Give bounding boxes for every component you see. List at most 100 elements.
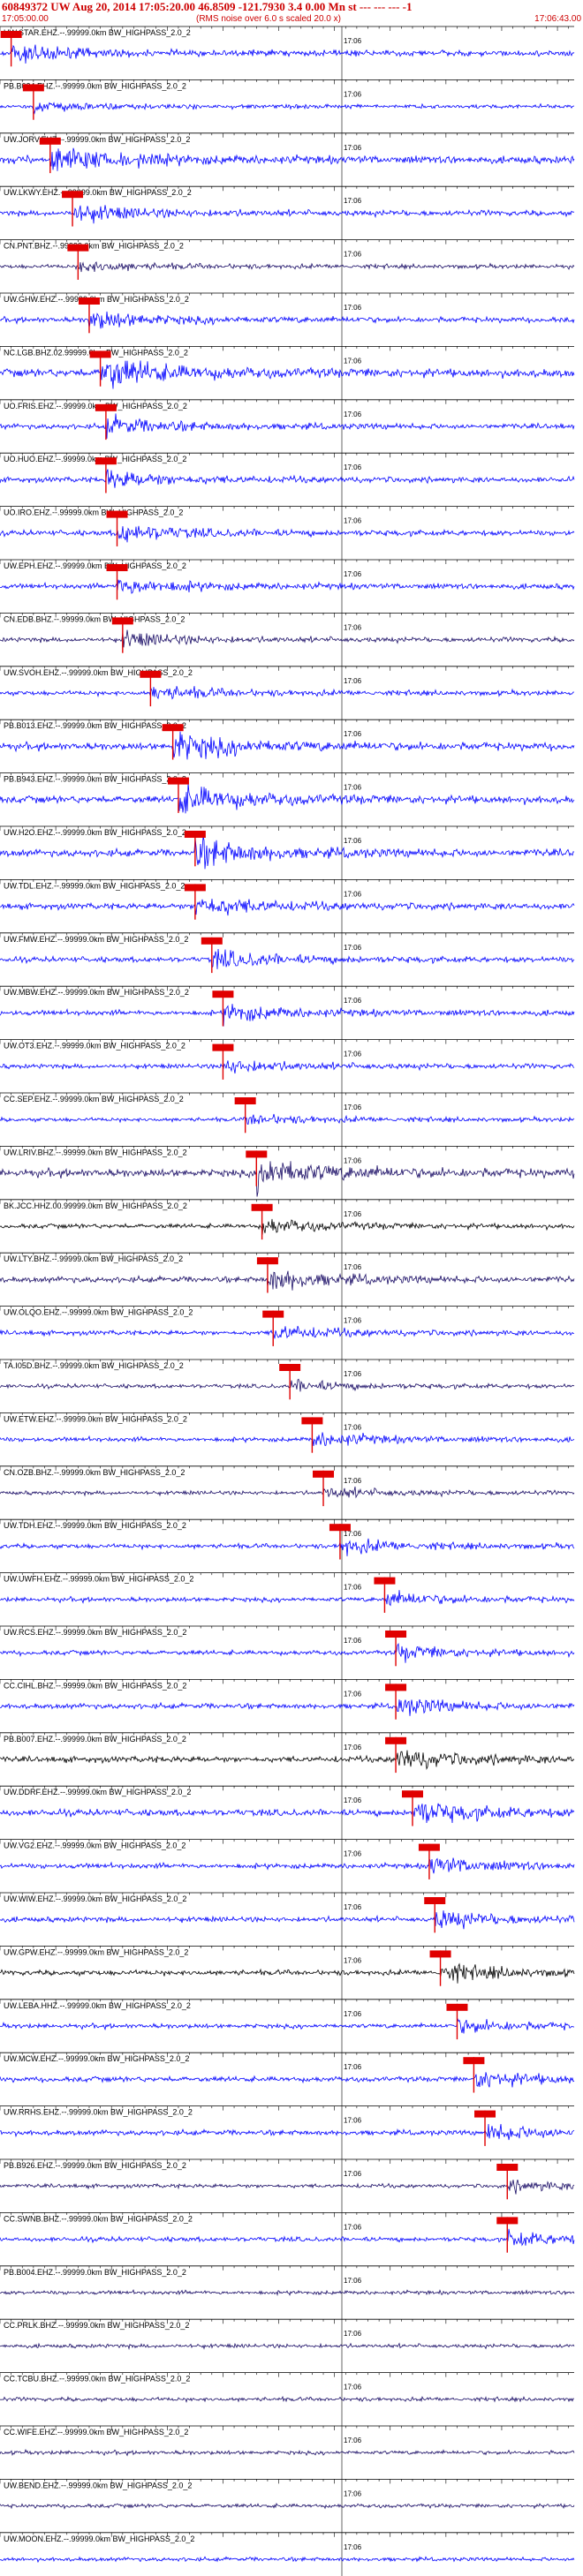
trace-waveform bbox=[0, 1642, 575, 1663]
trace-label: CC.PRLK.BHZ.--.99999.0km BW_HIGHPASS_2.0… bbox=[4, 2321, 189, 2330]
trace-label: UW.STAR.EHZ.--.99999.0km BW_HIGHPASS_2.0… bbox=[4, 28, 191, 37]
trace-label: PB.B004.EHZ.--.99999.0km BW_HIGHPASS_2.0… bbox=[4, 2268, 186, 2277]
trace-row: UW.LRIV.BHZ.--.99999.0km BW_HIGHPASS_2.0… bbox=[0, 1146, 575, 1197]
trace-row: CN.PNT.BHZ.--.99999.0km BW_HIGHPASS_2.0_… bbox=[0, 239, 575, 280]
trace-row: UW.OLQO.EHZ.--.99999.0km BW_HIGHPASS_2.0… bbox=[0, 1306, 574, 1346]
trace-waveform bbox=[0, 1750, 575, 1771]
trace-label: UW.TDH.EHZ.--.99999.0km BW_HIGHPASS_2.0_… bbox=[4, 1521, 186, 1530]
trace-row: UW.SVOH.EHZ.--.99999.0km BW_HIGHPASS_2.0… bbox=[0, 666, 575, 707]
trace-label: UW.FMW.EHZ.--.99999.0km BW_HIGHPASS_2.0_… bbox=[4, 935, 188, 944]
trace-row: UW.H2O.EHZ.--.99999.0km BW_HIGHPASS_2.0_… bbox=[0, 825, 575, 870]
trace-label: UW.OLQO.EHZ.--.99999.0km BW_HIGHPASS_2.0… bbox=[4, 1308, 193, 1317]
trace-label: CC.TCBU.BHZ.--.99999.0km BW_HIGHPASS_2.0… bbox=[4, 2375, 190, 2384]
trace-label: CC.CIHL.BHZ.--.99999.0km BW_HIGHPASS_2.0… bbox=[4, 1681, 186, 1690]
time-mark-label: 17:06 bbox=[344, 1103, 362, 1111]
time-mark-label: 17:06 bbox=[344, 1903, 362, 1911]
trace-waveform bbox=[0, 469, 575, 488]
trace-row: CC.TCBU.BHZ.--.99999.0km BW_HIGHPASS_2.0… bbox=[0, 2372, 575, 2404]
trace-waveform bbox=[0, 44, 575, 64]
time-mark-label: 17:06 bbox=[344, 730, 362, 738]
trace-waveform bbox=[0, 1004, 575, 1027]
trace-row: BK.JCC.HHZ.00.99999.0km BW_HIGHPASS_2.0_… bbox=[0, 1199, 575, 1240]
time-mark-label: 17:06 bbox=[344, 197, 362, 205]
time-mark-label: 17:06 bbox=[344, 2117, 362, 2125]
time-mark-label: 17:06 bbox=[344, 1637, 362, 1645]
trace-label: UW.GPW.EHZ.--.99999.0km BW_HIGHPASS_2.0_… bbox=[4, 1947, 188, 1956]
trace-waveform bbox=[0, 1803, 575, 1824]
time-mark-label: 17:06 bbox=[344, 2223, 362, 2231]
trace-waveform bbox=[0, 147, 575, 171]
time-mark-label: 17:06 bbox=[344, 2170, 362, 2178]
time-mark-label: 17:06 bbox=[344, 1263, 362, 1271]
trace-waveform bbox=[0, 2072, 575, 2088]
trace-row: NC.LGB.BHZ.02.99999.0km BW_HIGHPASS_2.0_… bbox=[0, 345, 575, 389]
trace-waveform bbox=[0, 2395, 575, 2404]
trace-row: CN.OZB.BHZ.--.99999.0km BW_HIGHPASS_2.0_… bbox=[0, 1465, 575, 1507]
trace-waveform bbox=[0, 899, 575, 916]
trace-row: UO.IRO.EHZ.--.99999.0km BW_HIGHPASS_2.0_… bbox=[0, 506, 575, 546]
time-mark-label: 17:06 bbox=[344, 2330, 362, 2338]
trace-waveform bbox=[0, 629, 575, 648]
trace-label: UO.IRO.EHZ.--.99999.0km BW_HIGHPASS_2.0_… bbox=[4, 508, 183, 517]
trace-waveform bbox=[0, 1432, 575, 1447]
trace-waveform bbox=[0, 835, 575, 870]
trace-row: UW.EPH.EHZ.--.99999.0km BW_HIGHPASS_2.0_… bbox=[0, 559, 575, 600]
trace-label: UW.MCW.EHZ.--.99999.0km BW_HIGHPASS_2.0_… bbox=[4, 2054, 189, 2063]
time-mark-label: 17:06 bbox=[344, 2543, 362, 2551]
time-mark-label: 17:06 bbox=[344, 1051, 362, 1058]
trace-label: UW.WIW.EHZ.--.99999.0km BW_HIGHPASS_2.0_… bbox=[4, 1894, 186, 1903]
trace-waveform bbox=[0, 1060, 575, 1074]
trace-row: UW.TDH.EHZ.--.99999.0km BW_HIGHPASS_2.0_… bbox=[0, 1518, 575, 1560]
trace-label: UW.EPH.EHZ.--.99999.0km BW_HIGHPASS_2.0_… bbox=[4, 561, 186, 570]
time-mark-label: 17:06 bbox=[344, 944, 362, 952]
time-mark-label: 17:06 bbox=[344, 1584, 362, 1592]
trace-waveform bbox=[0, 1590, 575, 1607]
trace-label: UW.LKWY.EHZ.--.99999.0km BW_HIGHPASS_2.0… bbox=[4, 188, 192, 197]
trace-row: PB.B004.EHZ.--.99999.0km BW_HIGHPASS_2.0… bbox=[0, 2265, 575, 2297]
trace-waveform bbox=[0, 2018, 575, 2034]
trace-waveform bbox=[0, 205, 575, 224]
time-mark-label: 17:06 bbox=[344, 890, 362, 898]
trace-row: UW.LKWY.EHZ.--.99999.0km BW_HIGHPASS_2.0… bbox=[0, 185, 575, 227]
trace-label: UW.LEBA.HHZ.--.99999.0km BW_HIGHPASS_2.0… bbox=[4, 2001, 191, 2010]
trace-waveform bbox=[0, 360, 575, 389]
time-mark-label: 17:06 bbox=[344, 1156, 362, 1164]
time-mark-label: 17:06 bbox=[344, 251, 362, 259]
trace-waveform bbox=[0, 2123, 575, 2141]
trace-label: CC.SWNB.BHZ.--.99999.0km BW_HIGHPASS_2.0… bbox=[4, 2214, 193, 2223]
trace-row: UW.ETW.EHZ.--.99999.0km BW_HIGHPASS_2.0_… bbox=[0, 1412, 575, 1453]
time-mark-label: 17:06 bbox=[344, 90, 362, 98]
trace-row: UW.LTY.BHZ.--.99999.0km BW_HIGHPASS_2.0_… bbox=[0, 1252, 575, 1293]
trace-row: UW.GPW.EHZ.--.99999.0km BW_HIGHPASS_2.0_… bbox=[0, 1945, 575, 1986]
trace-label: UW.OT3.EHZ.--.99999.0km BW_HIGHPASS_2.0_… bbox=[4, 1042, 186, 1051]
time-mark-label: 17:06 bbox=[344, 1477, 362, 1485]
trace-waveform bbox=[0, 948, 575, 969]
trace-row: CC.SWNB.BHZ.--.99999.0km BW_HIGHPASS_2.0… bbox=[0, 2211, 575, 2253]
trace-row: UW.FMW.EHZ.--.99999.0km BW_HIGHPASS_2.0_… bbox=[0, 932, 575, 974]
trace-waveform bbox=[0, 1962, 575, 1984]
trace-label: UW.SVOH.EHZ.--.99999.0km BW_HIGHPASS_2.0… bbox=[4, 668, 193, 677]
trace-row: UW.JORV.EHZ.--.99999.0km BW_HIGHPASS_2.0… bbox=[0, 132, 575, 174]
trace-row: UW.RRHS.EHZ.--.99999.0km BW_HIGHPASS_2.0… bbox=[0, 2105, 575, 2146]
time-mark-label: 17:06 bbox=[344, 784, 362, 792]
time-mark-label: 17:06 bbox=[344, 2010, 362, 2018]
time-mark-label: 17:06 bbox=[344, 2063, 362, 2071]
trace-label: UW.BEND.EHZ.--.99999.0km BW_HIGHPASS_2.0… bbox=[4, 2481, 192, 2489]
time-mark-label: 17:06 bbox=[344, 1210, 362, 1218]
trace-row: PB.B943.EHZ.--.99999.0km BW_HIGHPASS_2.0… bbox=[0, 772, 575, 814]
trace-waveform bbox=[0, 1910, 575, 1930]
time-mark-label: 17:06 bbox=[344, 144, 362, 152]
time-mark-label: 17:06 bbox=[344, 2384, 362, 2391]
trace-waveform bbox=[0, 731, 575, 760]
trace-waveform bbox=[0, 2179, 575, 2195]
trace-label: UW.ETW.EHZ.--.99999.0km BW_HIGHPASS_2.0_… bbox=[4, 1414, 187, 1423]
trace-waveform bbox=[0, 1113, 575, 1126]
trace-label: UW.TDL.EHZ.--.99999.0km BW_HIGHPASS_2.0_… bbox=[4, 881, 185, 890]
trace-label: UW.RRHS.EHZ.--.99999.0km BW_HIGHPASS_2.0… bbox=[4, 2108, 193, 2117]
time-mark-label: 17:06 bbox=[344, 1690, 362, 1698]
trace-waveform bbox=[0, 1270, 575, 1291]
trace-waveform bbox=[0, 311, 575, 329]
trace-label: CN.OZB.BHZ.--.99999.0km BW_HIGHPASS_2.0_… bbox=[4, 1468, 185, 1477]
trace-label: PB.B943.EHZ.--.99999.0km BW_HIGHPASS_2.0… bbox=[4, 775, 186, 784]
time-mark-label: 17:06 bbox=[344, 411, 362, 418]
